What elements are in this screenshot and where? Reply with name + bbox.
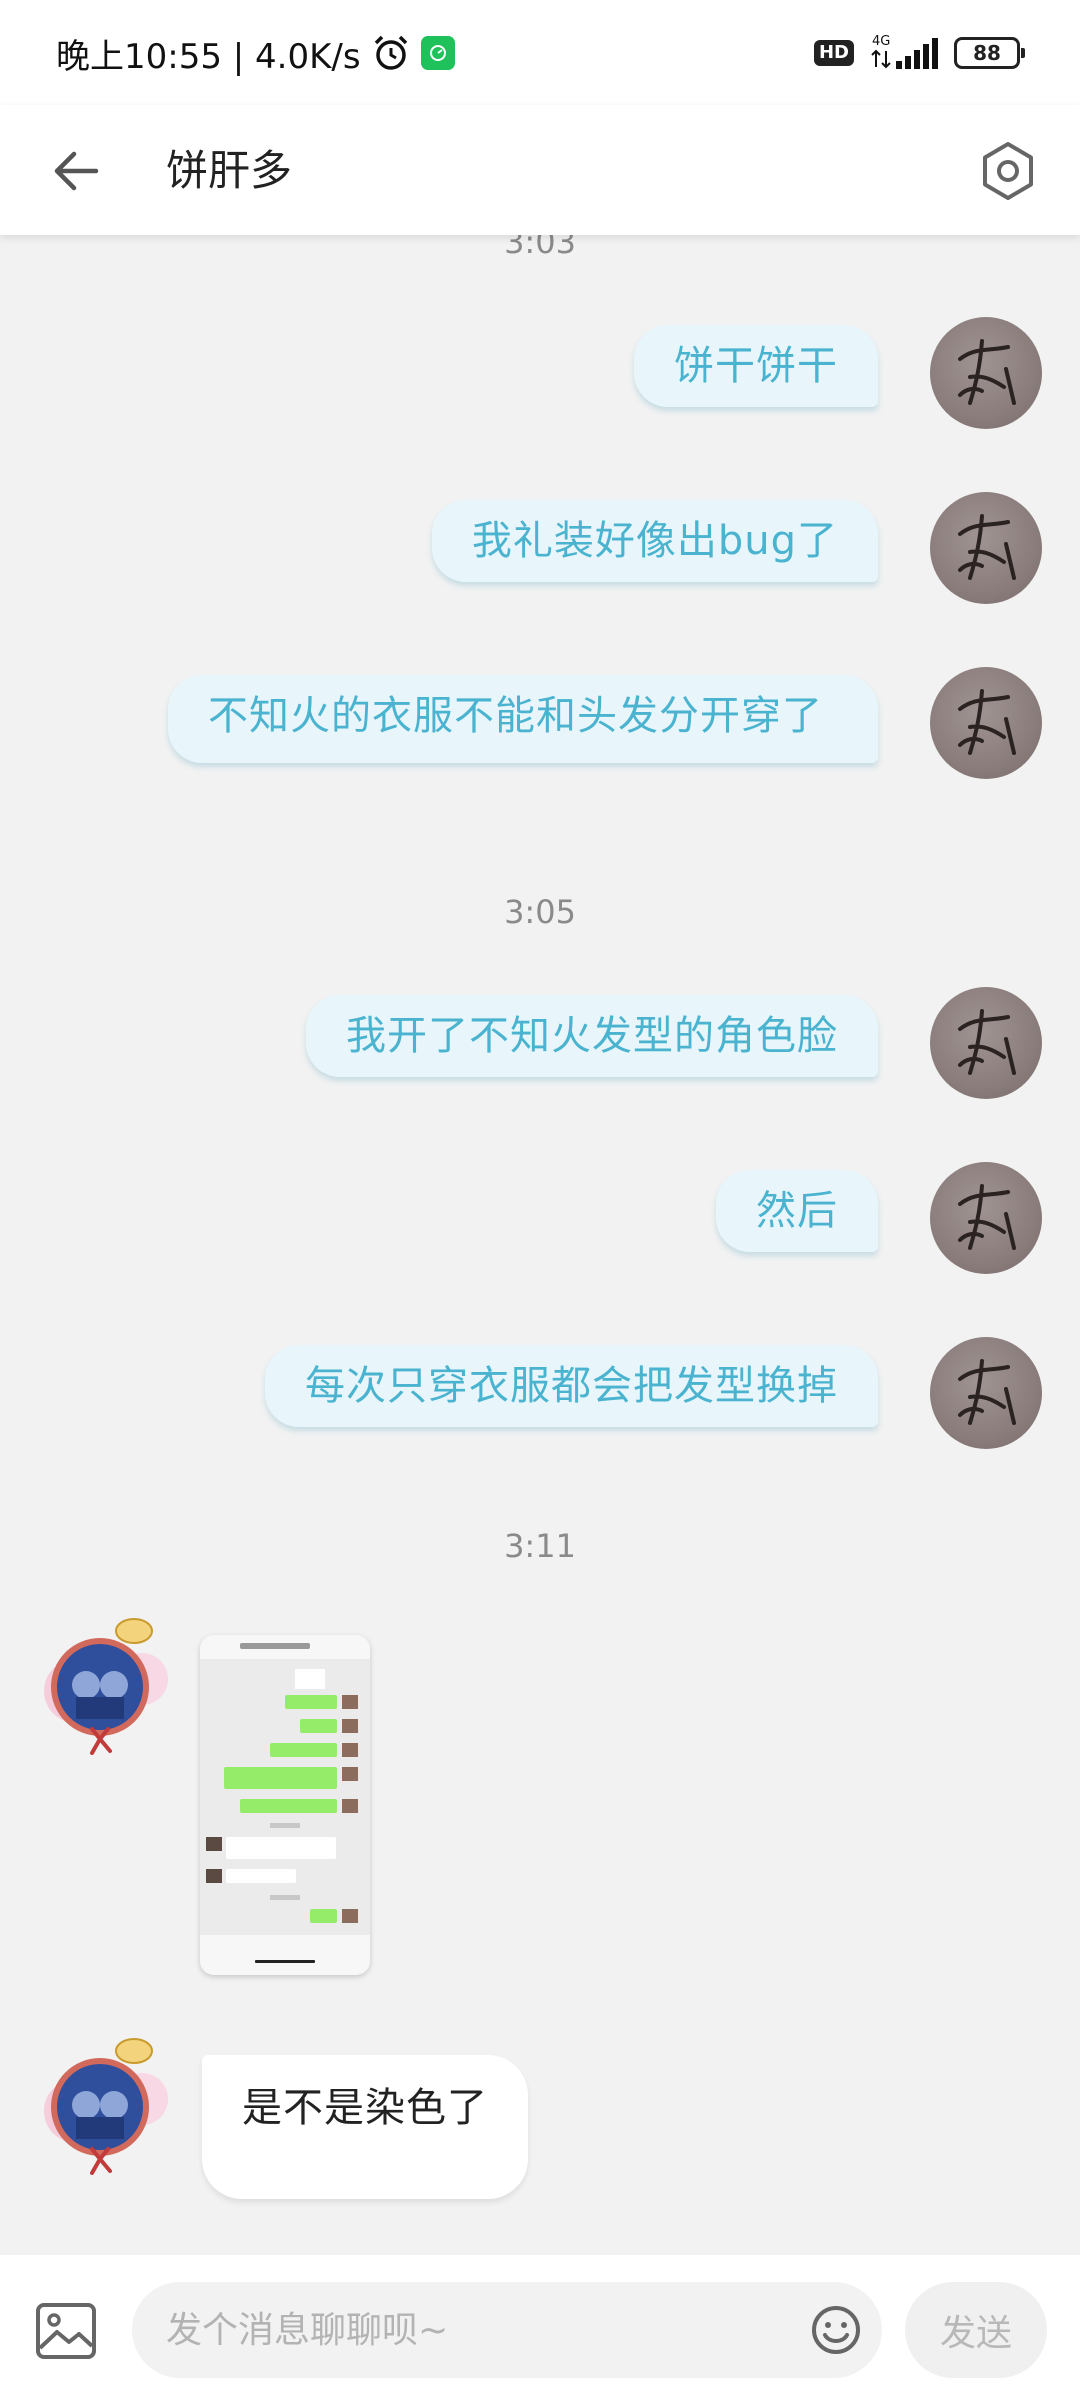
alarm-clock-icon — [374, 35, 407, 70]
contact-avatar[interactable] — [30, 1605, 170, 1755]
signal-strength-icon: 4G — [871, 34, 938, 69]
timestamp: 3:11 — [504, 1527, 576, 1565]
hd-badge: HD — [813, 40, 854, 66]
app-notification-icon — [420, 36, 455, 70]
outgoing-message[interactable]: 我礼装好像出bug了 — [431, 500, 878, 582]
anime-character-avatar-icon — [44, 2038, 168, 2175]
back-button[interactable] — [40, 135, 112, 207]
network-type-label: 4G — [872, 34, 890, 49]
incoming-message[interactable]: 是不是染色了 — [202, 2055, 528, 2199]
status-time-speed: 晚上10:55 | 4.0K/s — [56, 36, 361, 77]
chat-header: 饼肝多 — [0, 105, 1080, 235]
outgoing-message[interactable]: 不知火的衣服不能和头发分开穿了 — [168, 675, 878, 763]
status-left: 晚上10:55 | 4.0K/s — [56, 28, 455, 78]
my-avatar[interactable] — [930, 1162, 1042, 1274]
status-right: HD 4G 88 — [813, 28, 1025, 78]
contact-avatar[interactable] — [30, 2025, 170, 2175]
outgoing-message[interactable]: 每次只穿衣服都会把发型换掉 — [265, 1345, 878, 1427]
status-bar: 晚上10:55 | 4.0K/s HD 4G 88 — [0, 0, 1080, 105]
outgoing-message[interactable]: 我开了不知火发型的角色脸 — [306, 995, 878, 1077]
my-avatar[interactable] — [930, 492, 1042, 604]
chat-title: 饼肝多 — [166, 146, 293, 195]
outgoing-message[interactable]: 然后 — [716, 1170, 878, 1252]
my-avatar[interactable] — [930, 1337, 1042, 1449]
my-avatar[interactable] — [930, 987, 1042, 1099]
calligraphy-avatar-icon — [958, 1184, 1016, 1250]
calligraphy-avatar-icon — [958, 514, 1016, 580]
image-picker-icon — [36, 2303, 96, 2359]
settings-button[interactable] — [966, 129, 1050, 213]
send-button[interactable]: 发送 — [905, 2282, 1047, 2378]
calligraphy-avatar-icon — [958, 1009, 1016, 1075]
image-picker-button[interactable] — [30, 2295, 102, 2367]
arrow-left-icon — [54, 151, 99, 191]
message-composer: 发送 — [0, 2255, 1080, 2400]
message-list[interactable]: 3:03 饼干饼干 我礼装好像出bug了 不知火的衣服不能和头发分开穿了 3:0… — [0, 235, 1080, 2255]
settings-hexagon-icon — [983, 142, 1033, 200]
message-input-container — [132, 2282, 882, 2378]
timestamp: 3:05 — [504, 893, 576, 931]
emoji-button[interactable] — [808, 2302, 864, 2358]
my-avatar[interactable] — [930, 667, 1042, 779]
calligraphy-avatar-icon — [958, 339, 1016, 405]
chat-screenshot-image — [200, 1635, 370, 1975]
calligraphy-avatar-icon — [958, 689, 1016, 755]
timestamp: 3:03 — [504, 235, 576, 261]
calligraphy-avatar-icon — [958, 1359, 1016, 1425]
emoji-smile-icon — [812, 2306, 860, 2354]
image-message-thumbnail[interactable] — [200, 1635, 370, 1975]
message-input[interactable] — [166, 2282, 806, 2378]
outgoing-message[interactable]: 饼干饼干 — [634, 325, 878, 407]
battery-indicator: 88 — [954, 37, 1025, 69]
battery-level: 88 — [973, 41, 1001, 65]
anime-character-avatar-icon — [44, 1618, 168, 1755]
my-avatar[interactable] — [930, 317, 1042, 429]
